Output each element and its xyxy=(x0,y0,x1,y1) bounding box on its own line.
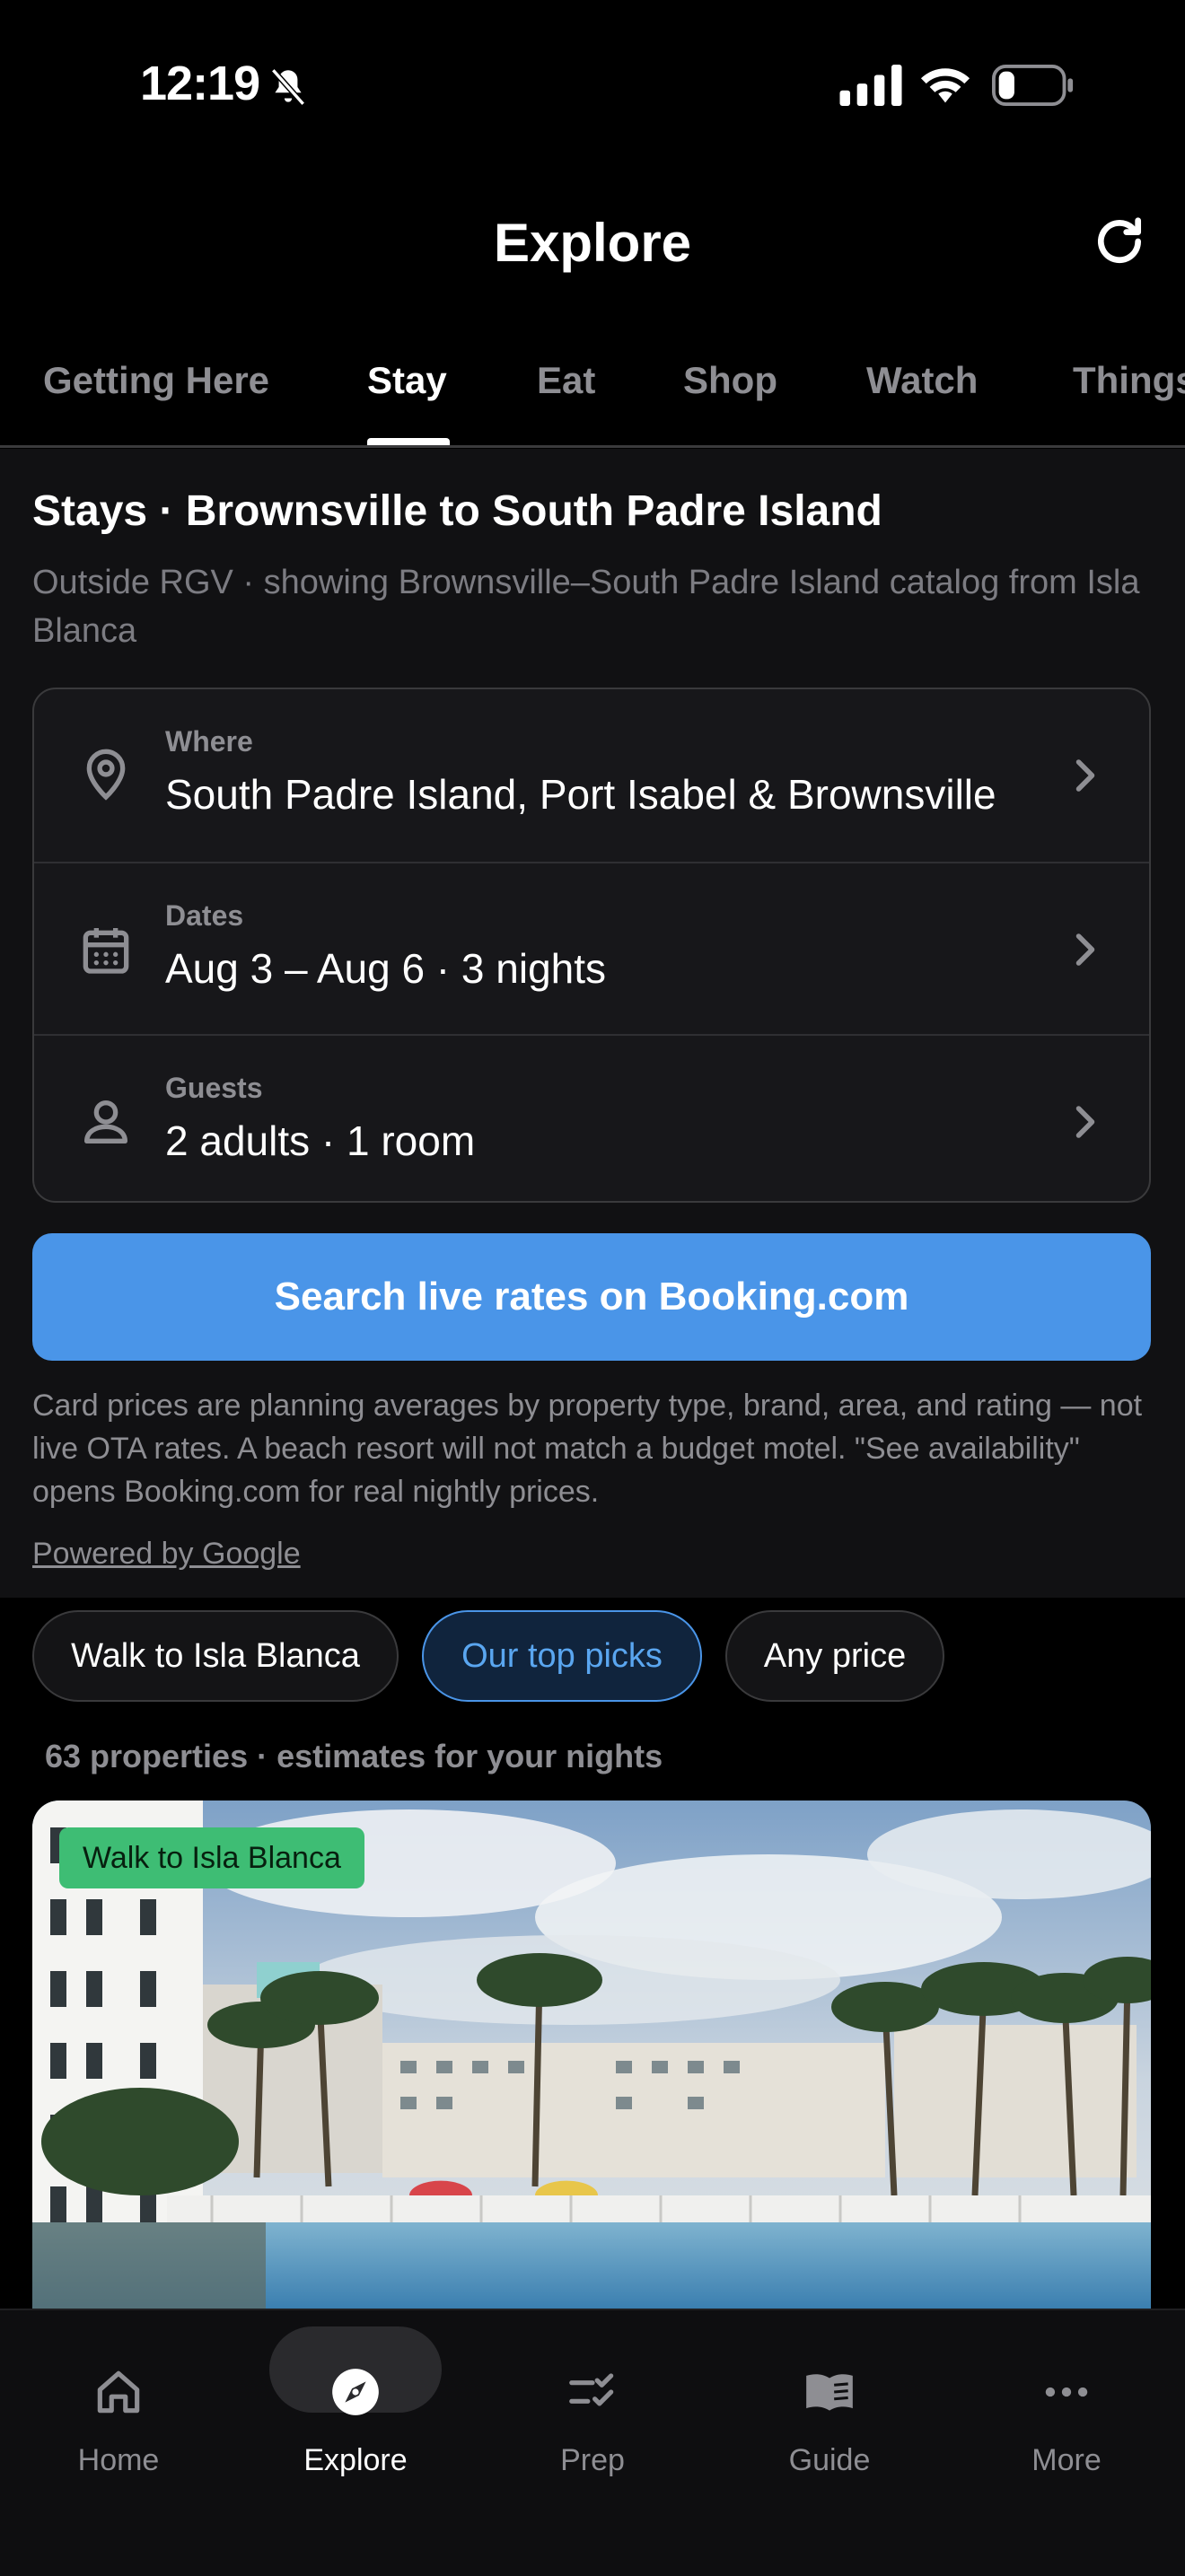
compass-icon xyxy=(332,2369,379,2415)
wifi-icon xyxy=(920,68,970,103)
filter-chip-any-price[interactable]: Any price xyxy=(725,1610,944,1702)
checklist-icon xyxy=(569,2373,614,2406)
tab-stay[interactable]: Stay xyxy=(367,359,447,402)
search-form-card: Where South Padre Island, Port Isabel & … xyxy=(32,688,1151,1203)
where-row[interactable]: Where South Padre Island, Port Isabel & … xyxy=(34,689,1149,862)
page-title: Explore xyxy=(493,213,692,273)
results-count: 63 properties · estimates for your night… xyxy=(45,1738,663,1774)
person-icon xyxy=(84,1100,127,1143)
nav-prep[interactable]: Prep xyxy=(503,2337,682,2478)
tab-getting-here[interactable]: Getting Here xyxy=(43,359,269,402)
search-booking-button[interactable]: Search live rates on Booking.com xyxy=(32,1233,1151,1361)
tab-watch[interactable]: Watch xyxy=(866,359,978,402)
chevron-right-icon xyxy=(1075,933,1095,966)
property-badge: Walk to Isla Blanca xyxy=(59,1827,364,1888)
filter-chip-top-picks[interactable]: Our top picks xyxy=(422,1610,702,1702)
cellular-signal-icon xyxy=(839,65,902,106)
calendar-icon xyxy=(83,928,129,974)
dates-row[interactable]: Dates Aug 3 – Aug 6 · 3 nights xyxy=(34,862,1149,1036)
nav-explore[interactable]: Explore xyxy=(266,2337,445,2478)
nav-explore-label: Explore xyxy=(303,2443,408,2477)
dates-label: Dates xyxy=(165,899,244,932)
more-icon xyxy=(1045,2387,1088,2397)
tab-eat[interactable]: Eat xyxy=(537,359,595,402)
guests-label: Guests xyxy=(165,1072,263,1104)
nav-home[interactable]: Home xyxy=(29,2337,208,2478)
where-value: South Padre Island, Port Isabel & Browns… xyxy=(165,771,996,818)
dates-value: Aug 3 – Aug 6 · 3 nights xyxy=(165,945,607,992)
guests-row[interactable]: Guests 2 adults · 1 room xyxy=(34,1034,1149,1201)
bell-muted-icon xyxy=(270,68,306,106)
nav-more-label: More xyxy=(1031,2443,1102,2477)
powered-by-google-link[interactable]: Powered by Google xyxy=(32,1537,301,1572)
tab-things[interactable]: Things xyxy=(1073,359,1185,402)
home-icon xyxy=(97,2370,140,2414)
chevron-right-icon xyxy=(1075,759,1095,792)
location-pin-icon xyxy=(86,749,126,801)
nav-prep-label: Prep xyxy=(560,2443,625,2477)
refresh-icon[interactable] xyxy=(1092,214,1147,269)
filter-chip-walk-isla-blanca[interactable]: Walk to Isla Blanca xyxy=(32,1610,399,1702)
battery-icon xyxy=(992,65,1074,106)
nav-home-label: Home xyxy=(77,2443,160,2477)
chevron-right-icon xyxy=(1075,1106,1095,1138)
pricing-disclaimer: Card prices are planning averages by pro… xyxy=(32,1389,1143,1509)
nav-more[interactable]: More xyxy=(977,2337,1156,2478)
stays-title: Stays · Brownsville to South Padre Islan… xyxy=(32,487,882,535)
category-tabs: Getting Here Stay Eat Shop Watch Things xyxy=(0,352,1185,448)
where-label: Where xyxy=(165,725,253,758)
active-tab-indicator xyxy=(367,438,450,445)
nav-guide[interactable]: Guide xyxy=(740,2337,919,2478)
book-icon xyxy=(806,2374,853,2411)
status-time: 12:19 xyxy=(140,57,260,110)
tab-shop[interactable]: Shop xyxy=(683,359,777,402)
stays-subtitle: Outside RGV · showing Brownsville–South … xyxy=(32,564,1140,650)
nav-guide-label: Guide xyxy=(788,2443,871,2477)
guests-value: 2 adults · 1 room xyxy=(165,1117,476,1164)
